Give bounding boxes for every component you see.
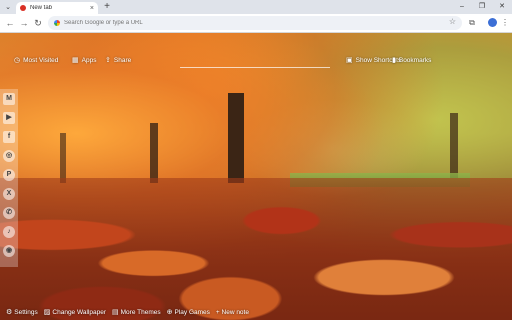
gamepad-icon: ⊕ bbox=[166, 309, 173, 316]
tree-trunk bbox=[60, 133, 66, 183]
fallen-leaves bbox=[0, 178, 512, 320]
tab-list-button[interactable]: ⌄ bbox=[2, 1, 14, 13]
apps-link[interactable]: ▦ Apps bbox=[72, 56, 97, 65]
forward-button[interactable]: → bbox=[18, 17, 30, 29]
themes-icon: ▤ bbox=[112, 309, 119, 316]
tree-trunk bbox=[228, 93, 244, 183]
play-games-label: Play Games bbox=[174, 308, 210, 316]
image-icon: ▨ bbox=[43, 309, 51, 316]
share-link[interactable]: ⇪ Share bbox=[105, 56, 132, 65]
tiktok-icon[interactable]: ♪ bbox=[3, 226, 15, 238]
facebook-icon[interactable]: f bbox=[3, 131, 15, 143]
search-underline bbox=[180, 67, 330, 68]
share-icon: ⇪ bbox=[105, 57, 111, 64]
profile-avatar[interactable] bbox=[488, 18, 497, 27]
reddit-icon[interactable]: ◉ bbox=[3, 245, 15, 257]
settings-label: Settings bbox=[14, 308, 38, 316]
tree-trunk bbox=[150, 123, 158, 183]
settings-button[interactable]: ⚙ Settings bbox=[6, 308, 38, 317]
tab-strip: ⌄ New tab × + – ❐ ✕ bbox=[0, 0, 512, 14]
tree-trunk bbox=[450, 113, 458, 178]
most-visited-label: Most Visited bbox=[23, 56, 59, 64]
google-icon bbox=[54, 20, 60, 26]
bookmark-icon: ▮ bbox=[392, 57, 396, 64]
apps-label: Apps bbox=[81, 56, 97, 64]
share-label: Share bbox=[113, 56, 132, 64]
extensions-icon[interactable]: ⧉ bbox=[466, 17, 478, 29]
play-games-button[interactable]: ⊕ Play Games bbox=[166, 308, 210, 317]
new-tab-page: ◷ Most Visited ▦ Apps ⇪ Share ▣ Show Sho… bbox=[0, 33, 512, 320]
back-button[interactable]: ← bbox=[4, 17, 16, 29]
bookmark-star-icon[interactable]: ☆ bbox=[449, 17, 456, 26]
change-wallpaper-button[interactable]: ▨ Change Wallpaper bbox=[43, 308, 107, 317]
most-visited-link[interactable]: ◷ Most Visited bbox=[14, 56, 59, 65]
clock-icon: ◷ bbox=[14, 57, 21, 64]
youtube-icon[interactable]: ▶ bbox=[3, 112, 15, 124]
instagram-icon[interactable]: ◎ bbox=[3, 150, 15, 162]
gmail-icon[interactable]: M bbox=[3, 93, 15, 105]
menu-icon[interactable]: ⋮ bbox=[499, 17, 511, 29]
tab-favicon-icon bbox=[20, 5, 26, 11]
pinterest-icon[interactable]: P bbox=[3, 169, 15, 181]
gear-icon: ⚙ bbox=[6, 309, 13, 316]
restore-button[interactable]: ❐ bbox=[472, 1, 492, 13]
tab-new-tab[interactable]: New tab × bbox=[16, 2, 98, 14]
new-tab-button[interactable]: + bbox=[101, 1, 113, 13]
bottom-bar: ⚙ Settings ▨ Change Wallpaper ▤ More The… bbox=[0, 304, 512, 320]
more-themes-label: More Themes bbox=[120, 308, 161, 316]
browser-toolbar: ← → ↻ ☆ ⧉ ⋮ bbox=[0, 14, 512, 33]
x-icon[interactable]: X bbox=[3, 188, 15, 200]
whatsapp-icon[interactable]: ✆ bbox=[3, 207, 15, 219]
social-sidebar: M ▶ f ◎ P X ✆ ♪ ◉ bbox=[0, 89, 18, 267]
tab-close-icon[interactable]: × bbox=[90, 5, 94, 12]
change-wallpaper-label: Change Wallpaper bbox=[52, 308, 107, 316]
apps-grid-icon: ▦ bbox=[72, 57, 79, 64]
minimize-button[interactable]: – bbox=[452, 1, 472, 13]
new-note-label: + New note bbox=[215, 308, 249, 316]
tab-title: New tab bbox=[30, 5, 53, 11]
reload-button[interactable]: ↻ bbox=[32, 17, 44, 29]
close-window-button[interactable]: ✕ bbox=[492, 1, 512, 13]
new-note-button[interactable]: + New note bbox=[216, 309, 249, 316]
bookmarks-label: Bookmarks bbox=[398, 56, 432, 64]
more-themes-button[interactable]: ▤ More Themes bbox=[112, 308, 161, 317]
shortcuts-icon: ▣ bbox=[346, 57, 353, 64]
omnibox[interactable]: ☆ bbox=[48, 16, 462, 30]
omnibox-input[interactable] bbox=[64, 20, 424, 26]
bookmarks-link[interactable]: ▮ Bookmarks bbox=[392, 56, 432, 65]
